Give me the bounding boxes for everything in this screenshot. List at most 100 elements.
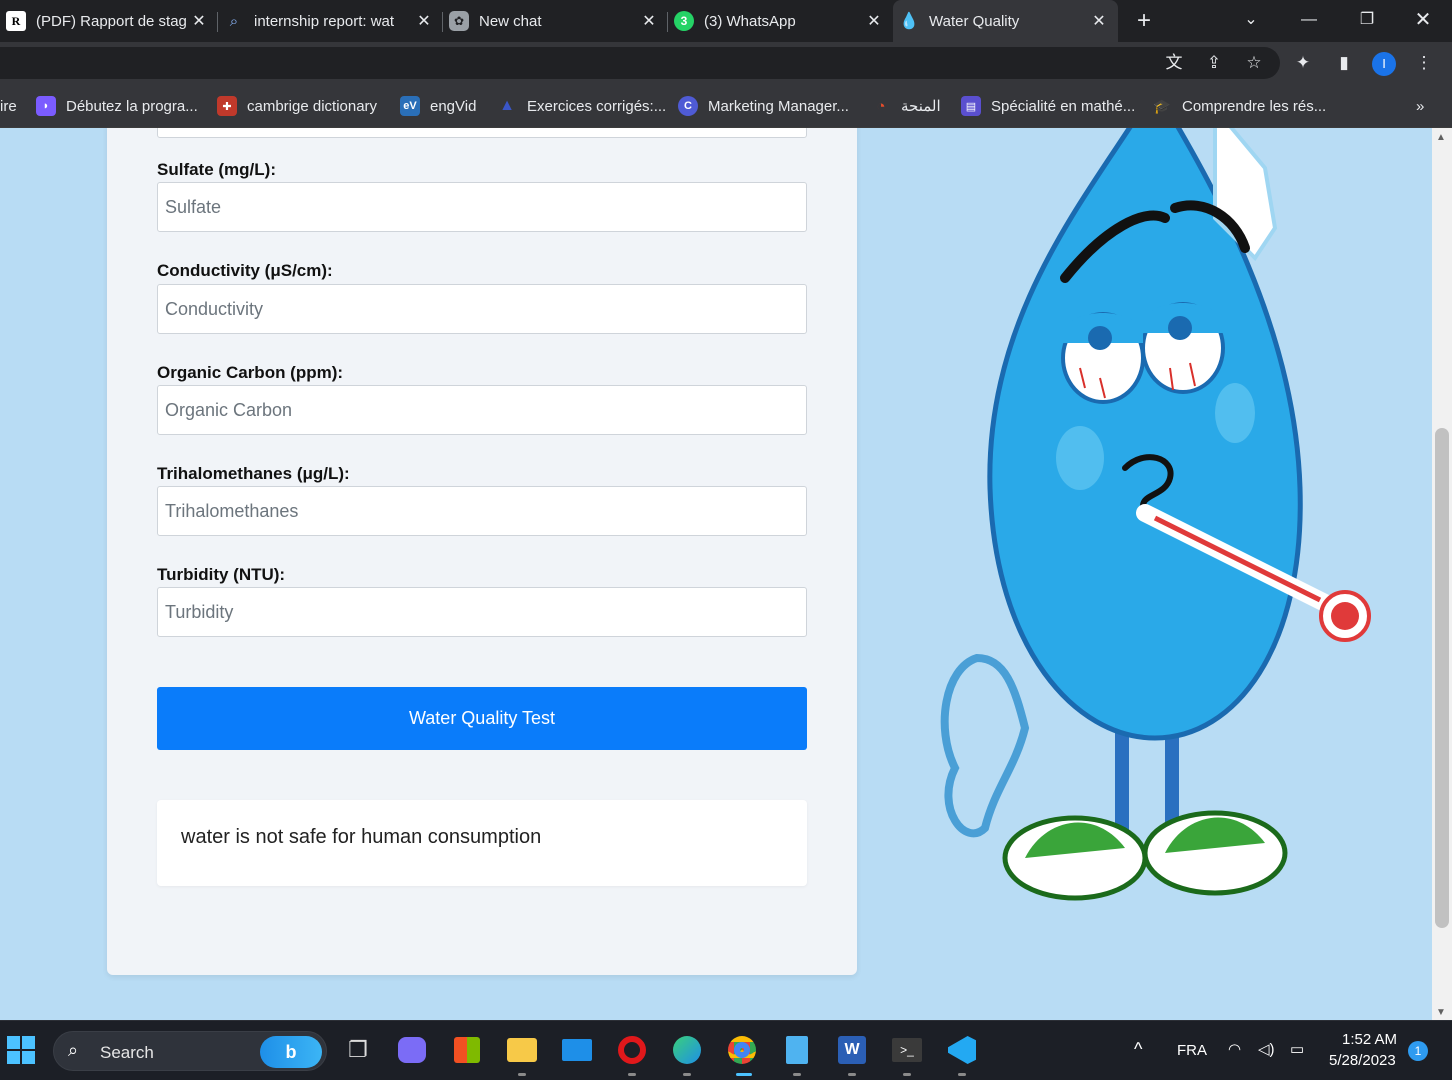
close-window-button[interactable]: ✕ [1394,0,1452,42]
running-indicator [903,1073,911,1076]
chrome-icon[interactable] [725,1033,759,1067]
task-view-icon[interactable]: ❐ [341,1033,375,1067]
microsoft-store-icon[interactable] [450,1033,484,1067]
tab-water-quality[interactable]: 💧 Water Quality ✕ [893,0,1118,42]
folder-book-icon: ▤ [961,96,981,116]
search-icon: ⌕ [68,1040,79,1060]
extensions-icon[interactable]: ✦ [1292,52,1314,74]
bookmark-label: ire [0,97,17,115]
terminal-icon[interactable]: >_ [890,1033,924,1067]
tab-new-chat[interactable]: ✿ New chat ✕ [443,0,668,42]
close-tab-icon[interactable]: ✕ [863,11,885,31]
bookmark-item[interactable]: ▲ Exercices corrigés:... [497,94,666,118]
running-indicator [683,1073,691,1076]
edge-icon[interactable] [670,1033,704,1067]
bookmark-item[interactable]: ✚ cambrige dictionary [217,94,377,118]
scroll-up-arrow-icon[interactable]: ▲ [1436,132,1446,143]
notepad-icon[interactable] [780,1033,814,1067]
bookmark-item[interactable]: ire [0,94,17,118]
bookmarks-overflow-button[interactable]: » [1416,94,1424,118]
cambridge-icon: ✚ [217,96,237,116]
menu-kebab-icon[interactable]: ⋮ [1413,52,1435,74]
bookmark-label: Spécialité en mathé... [991,97,1136,115]
new-tab-button[interactable]: + [1131,8,1157,34]
tab-strip: R (PDF) Rapport de stag ✕ ⌕ internship r… [0,0,1452,42]
close-tab-icon[interactable]: ✕ [188,11,210,31]
sulfate-input[interactable] [157,182,807,232]
bookmark-label: Débutez la progra... [66,97,198,115]
opera-icon[interactable] [615,1033,649,1067]
bookmark-item[interactable]: 🎓 Comprendre les rés... [1152,94,1326,118]
bookmark-item[interactable]: eV engVid [400,94,476,118]
bookmark-item[interactable]: ◗ Débutez la progra... [36,94,198,118]
close-tab-icon[interactable]: ✕ [1088,11,1110,31]
minimize-button[interactable]: — [1280,0,1338,42]
bing-icon[interactable]: b [260,1036,322,1068]
search-label: Search [100,1043,154,1062]
result-box: water is not safe for human consumption [157,800,807,886]
share-icon[interactable]: ⇪ [1203,52,1225,74]
volume-icon[interactable]: ◁) [1258,1040,1275,1058]
coursera-icon: C [678,96,698,116]
tab-title: (3) WhatsApp [704,12,796,30]
graduation-cap-icon: 🎓 [1153,97,1171,114]
engvid-icon: eV [400,96,420,116]
conductivity-input[interactable] [157,284,807,334]
bookmark-label: cambrige dictionary [247,97,378,115]
vscode-icon[interactable] [945,1033,979,1067]
scroll-down-arrow-icon[interactable]: ▼ [1436,1007,1446,1018]
translate-icon[interactable]: 文 [1163,52,1185,74]
language-indicator[interactable]: FRA [1177,1042,1207,1059]
tab-internship-search[interactable]: ⌕ internship report: wat ✕ [218,0,443,42]
trihalomethanes-label: Trihalomethanes (μg/L): [157,464,350,483]
tab-whatsapp[interactable]: 3 (3) WhatsApp ✕ [668,0,893,42]
water-quality-test-button[interactable]: Water Quality Test [157,687,807,750]
overflow-chevron-icon: » [1416,97,1425,115]
bookmark-item[interactable]: C Marketing Manager... [678,94,849,118]
bookmark-star-icon[interactable]: ☆ [1243,52,1265,74]
turbidity-input[interactable] [157,587,807,637]
clock-date[interactable]: 5/28/2023 [1329,1052,1396,1069]
browser-toolbar: 文 ⇪ ☆ ✦ ▮ I ⋮ [0,42,1452,84]
close-tab-icon[interactable]: ✕ [413,11,435,31]
running-indicator [848,1073,856,1076]
water-drop-icon: 💧 [899,13,919,30]
running-indicator [518,1073,526,1076]
bookmark-label: المنحة [901,98,941,115]
scrollbar-thumb[interactable] [1435,428,1449,928]
tab-rapport[interactable]: R (PDF) Rapport de stag ✕ [0,0,218,42]
word-icon[interactable]: W [835,1033,869,1067]
organic-carbon-input[interactable] [157,385,807,435]
tab-search-chevron-icon[interactable]: ⌄ [1222,0,1280,42]
close-tab-icon[interactable]: ✕ [638,11,660,31]
search-icon: ⌕ [229,12,239,30]
whatsapp-icon: 3 [674,11,694,31]
tab-title: New chat [479,12,542,30]
address-bar[interactable] [0,47,1280,79]
file-explorer-icon[interactable] [505,1033,539,1067]
chloramines-input[interactable] [157,128,807,138]
side-panel-icon[interactable]: ▮ [1333,52,1355,74]
bookmark-item[interactable]: ◔ المنحة [871,94,941,118]
bookmark-item[interactable]: ▤ Spécialité en mathé... [961,94,1135,118]
teams-chat-icon[interactable] [395,1033,429,1067]
clock-time[interactable]: 1:52 AM [1342,1031,1397,1048]
battery-icon[interactable]: ▭ [1290,1040,1304,1058]
profile-avatar[interactable]: I [1372,52,1396,76]
running-indicator [628,1073,636,1076]
tray-overflow-chevron-icon[interactable]: ^ [1134,1039,1142,1060]
trihalomethanes-input[interactable] [157,486,807,536]
restore-button[interactable]: ❐ [1338,0,1396,42]
notification-badge[interactable]: 1 [1408,1041,1428,1061]
bookmark-label: Comprendre les rés... [1182,97,1327,115]
wifi-icon[interactable]: ◠ [1228,1040,1241,1058]
page-scrollbar[interactable]: ▲ ▼ [1432,128,1452,1020]
bookmark-label: engVid [430,97,477,115]
windows-start-icon[interactable] [4,1033,38,1067]
researchgate-icon: R [6,11,26,31]
windows-taskbar: ⌕ Search b ❐ W >_ ^ FRA ◠ ◁) ▭ 1:52 AM 5… [0,1020,1452,1080]
mail-icon[interactable] [560,1033,594,1067]
chatgpt-icon: ✿ [449,11,469,31]
taskbar-search[interactable]: ⌕ Search b [53,1031,327,1071]
openclassrooms-icon: ◗ [36,96,56,116]
